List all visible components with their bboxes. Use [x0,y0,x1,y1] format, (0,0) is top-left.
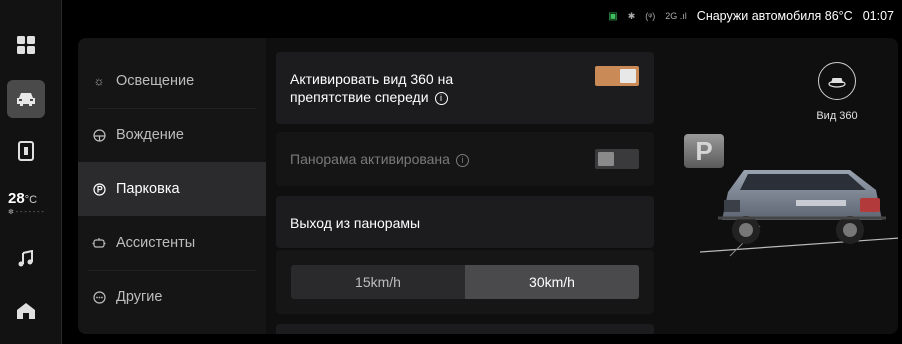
menu-item-lighting[interactable]: ☼ Освещение [78,54,266,108]
steering-wheel-icon [92,128,106,142]
cabin-temperature[interactable]: 28°C [8,190,54,207]
menu-item-label: Другие [116,289,163,305]
view-360-button[interactable] [818,62,856,100]
status-bar: ▣ ✱ (ᵠ) 2G .ıl Снаружи автомобиля 86°C 0… [62,0,902,32]
menu-item-label: Ассистенты [116,235,196,251]
suv-car-image [700,170,898,257]
apps-icon[interactable] [7,26,45,64]
temperature-value: 28 [8,190,25,207]
menu-item-label: Освещение [116,73,195,89]
toggle-knob [620,69,636,83]
clock: 01:07 [862,9,894,23]
menu-item-label: Парковка [116,181,180,197]
android-auto-icon: ▣ [608,10,618,22]
menu-item-label: Вождение [116,127,184,143]
panorama-exit-speed-selector: 15km/h 30km/h [291,265,639,299]
activate-360-toggle[interactable] [595,66,639,86]
setting-panorama-activated: Панорама активирована i [276,132,654,186]
menu-item-parking[interactable]: Парковка [78,162,266,216]
menu-item-driving[interactable]: Вождение [78,108,266,162]
info-icon[interactable]: i [434,92,448,105]
setting-panorama-exit: Выход из панорамы [276,196,654,248]
menu-item-assistants[interactable]: Ассистенты [78,216,266,270]
setting-label-text: Панорама активирована [290,151,450,167]
hotspot-icon: (ᵠ) [645,11,656,21]
sun-icon: ☼ [93,74,105,88]
signal-label: 2G [665,11,678,21]
home-icon[interactable] [7,292,45,330]
assist-icon [92,236,106,250]
setting-label: Панорама активирована i [290,150,469,168]
more-icon [92,290,106,304]
settings-menu: ☼ Освещение Вождение Парковка Ассистенты [78,38,266,334]
left-dock: 28°C ✽ - - - - - - - [0,0,62,344]
outside-temperature: Снаружи автомобиля 86°C [696,9,853,23]
speed-option-30[interactable]: 30km/h [465,265,639,299]
bluetooth-icon: ✱ [627,10,636,21]
phone-icon[interactable] [7,132,45,170]
next-setting-card [276,324,654,334]
toggle-knob [598,152,614,166]
speed-option-15[interactable]: 15km/h [291,265,465,299]
settings-panel: ☼ Освещение Вождение Парковка Ассистенты [78,38,898,334]
signal-2g-icon: 2G .ıl [665,11,687,21]
setting-activate-360-front: Активировать вид 360 на препятствие спер… [276,52,654,124]
car-icon[interactable] [7,80,45,118]
view-360-label: Вид 360 [816,110,858,122]
setting-label: Выход из панорамы [290,215,421,231]
temperature-unit: °C [24,194,38,206]
music-icon[interactable] [7,240,45,278]
setting-label-text: Активировать вид 360 на препятствие спер… [290,71,454,105]
panorama-activated-toggle[interactable] [595,149,639,169]
menu-item-other[interactable]: Другие [78,270,266,324]
fan-level-indicator: ✽ - - - - - - - [8,209,44,216]
parking-icon [92,182,106,196]
car-360-icon [828,78,846,88]
info-icon[interactable]: i [455,154,469,167]
setting-label: Активировать вид 360 на препятствие спер… [290,70,530,106]
